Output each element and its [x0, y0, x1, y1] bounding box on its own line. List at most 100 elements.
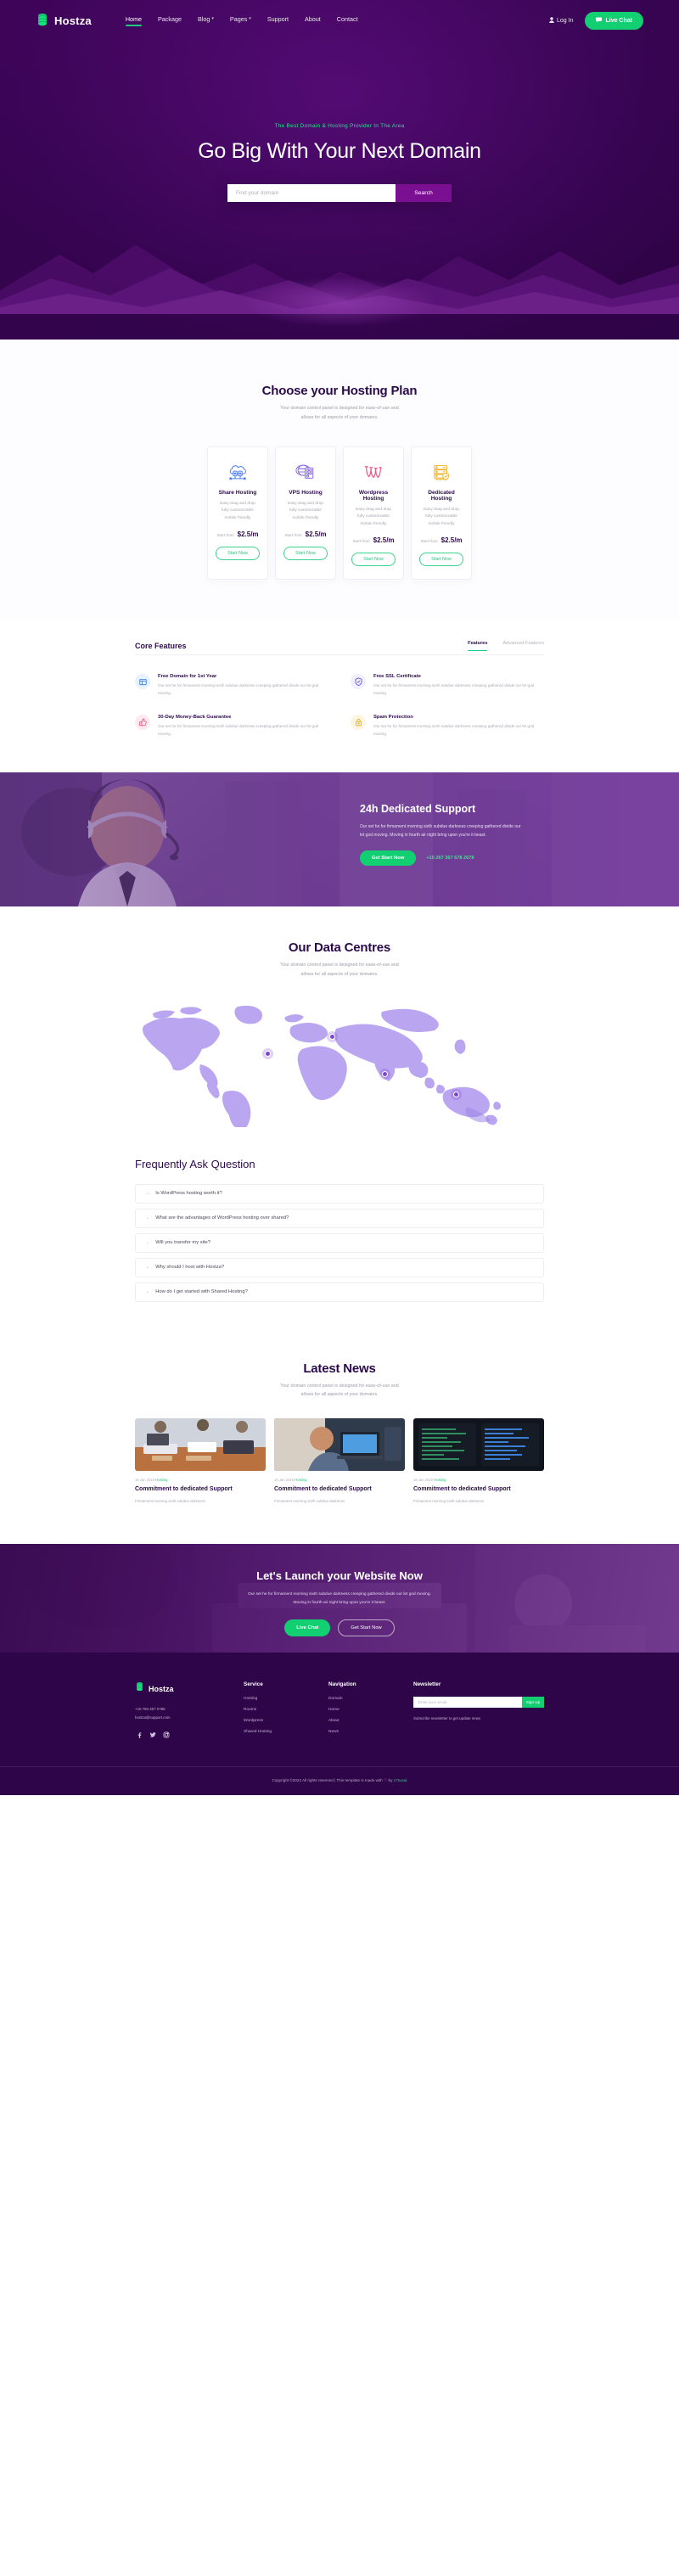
chevron-down-icon: ⌄	[146, 1265, 150, 1271]
data-centres-desc-line2: allows for all aspects of your domains.	[300, 971, 379, 977]
news-date: 16 Jan 2019	[135, 1478, 155, 1483]
feature-text: Our set he for firmament morning sixth s…	[373, 724, 535, 737]
map-pin-europe[interactable]	[329, 1033, 335, 1040]
faq-question: Why should I host with Hostza?	[155, 1265, 225, 1271]
start-now-button[interactable]: Start Now	[351, 553, 396, 567]
nav-item-home[interactable]: Home	[125, 14, 143, 26]
faq-question: Is WordPress hosting worth it?	[155, 1191, 222, 1197]
news-card-title: Commitment to dedicated Support	[413, 1486, 511, 1493]
start-now-button[interactable]: Start Now	[216, 547, 260, 561]
footer-newsletter-column: Newsletter Sign Up Subscribe newsletter …	[413, 1681, 544, 1741]
map-pin-north-america[interactable]	[265, 1050, 271, 1057]
newsletter-note: Subscribe newsletter to get update news	[413, 1716, 481, 1721]
brand-name: Hostza	[54, 14, 92, 27]
news-meta: 16 Jan 2019 Hosting	[135, 1478, 266, 1482]
cta-get-start-button[interactable]: Get Start Now	[338, 1619, 395, 1636]
nav-item-pages[interactable]: Pages ▾	[230, 15, 251, 26]
footer-link-domain[interactable]: Domain	[328, 1697, 413, 1701]
data-centres-desc: Your domain control panel is designed fo…	[0, 961, 679, 979]
news-desc: Your domain control panel is designed fo…	[0, 1382, 679, 1400]
facebook-icon[interactable]	[135, 1731, 143, 1739]
faq-title: Frequently Ask Question	[135, 1157, 255, 1170]
faq-item[interactable]: ⌄ How do I get started with Shared Hosti…	[135, 1282, 544, 1302]
footer-link-about[interactable]: About	[328, 1719, 413, 1723]
live-chat-button[interactable]: Live Chat	[585, 11, 643, 30]
pricing-card-share-hosting[interactable]: Share Hosting Easy drag and drop fully c…	[207, 446, 268, 581]
cta-live-chat-button[interactable]: Live Chat	[284, 1619, 331, 1636]
news-tag[interactable]: Hosting	[295, 1478, 306, 1482]
news-meta: 16 Jan 2019 Hosting	[274, 1478, 405, 1482]
news-card[interactable]: 16 Jan 2019 Hosting Commitment to dedica…	[413, 1418, 544, 1505]
map-pin-asia[interactable]	[453, 1091, 459, 1097]
footer-navigation-column: Navigation Domain Home About News	[328, 1681, 413, 1741]
chat-bubble-icon	[596, 17, 603, 25]
support-get-start-button[interactable]: Get Start Now	[360, 850, 417, 866]
copyright-link[interactable]: 17sucai	[394, 1778, 407, 1782]
footer-social-links	[135, 1731, 244, 1739]
server-shield-icon	[418, 461, 464, 483]
news-meta: 16 Jan 2019 Hosting	[413, 1478, 544, 1482]
browser-window-icon	[135, 674, 150, 690]
feature-text: Our set he for firmament morning sixth s…	[373, 683, 535, 696]
domain-search-form: Search	[227, 184, 452, 202]
footer-link-rooms[interactable]: Rooms	[244, 1708, 328, 1712]
core-features-section: Core Features Features Advanced Features…	[0, 619, 679, 773]
domain-search-input[interactable]	[227, 184, 396, 202]
nav-item-contact[interactable]: Contact	[337, 15, 358, 26]
faq-item[interactable]: ⌄ Is WordPress hosting worth it?	[135, 1183, 544, 1204]
nav-label: Package	[158, 14, 182, 23]
pricing-card-vps-hosting[interactable]: VPS Hosting Easy drag and drop fully cus…	[275, 446, 336, 581]
thumbs-up-icon	[135, 715, 150, 731]
news-grid: 16 Jan 2019 Hosting Commitment to dedica…	[135, 1418, 544, 1505]
pricing-card-dedicated-hosting[interactable]: Dedicated Hosting Easy drag and drop ful…	[411, 446, 472, 581]
faq-item[interactable]: ⌄ What are the advantages of WordPress h…	[135, 1208, 544, 1228]
footer-link-wordpress[interactable]: Wordpress	[244, 1719, 328, 1723]
news-title: Latest News	[303, 1361, 376, 1376]
nav-item-blog[interactable]: Blog ▾	[198, 15, 214, 26]
pricing-from-label: Start from	[352, 539, 370, 544]
pricing-card-wordpress-hosting[interactable]: Wordpress Hosting Easy drag and drop ful…	[343, 446, 404, 581]
login-link[interactable]: Log In	[549, 16, 573, 25]
user-icon	[549, 16, 554, 25]
tab-advanced-features[interactable]: Advanced Features	[502, 641, 544, 650]
instagram-icon[interactable]	[162, 1731, 170, 1739]
map-pin-africa[interactable]	[382, 1070, 388, 1077]
nav-label: Home	[125, 14, 143, 23]
nav-item-support[interactable]: Support	[267, 15, 289, 26]
nav-item-package[interactable]: Package	[158, 15, 182, 26]
news-card-text: Firmament morning sixth subdue darkness	[135, 1499, 205, 1504]
news-tag[interactable]: Hosting	[434, 1478, 446, 1482]
hero-title: Go Big With Your Next Domain	[198, 139, 481, 163]
footer-link-hosting[interactable]: Hosting	[244, 1697, 328, 1701]
footer-link-news[interactable]: News	[328, 1730, 413, 1734]
twitter-icon[interactable]	[149, 1731, 156, 1739]
news-thumbnail	[274, 1418, 405, 1472]
hero-ellipse-glow	[242, 277, 437, 328]
newsletter-signup-button[interactable]: Sign Up	[522, 1697, 544, 1709]
data-centres-section: Our Data Centres Your domain control pan…	[0, 906, 679, 1149]
pricing-price: $2.5/m	[237, 530, 259, 539]
nav-label: Contact	[336, 14, 358, 23]
faq-item[interactable]: ⌄ Will you transfer my site?	[135, 1232, 544, 1253]
footer-link-home[interactable]: Home	[328, 1708, 413, 1712]
start-now-button[interactable]: Start Now	[283, 547, 328, 561]
footer-brand[interactable]: Hostza	[135, 1681, 244, 1697]
latest-news-section: Latest News Your domain control panel is…	[0, 1335, 679, 1545]
faq-item[interactable]: ⌄ Why should I host with Hostza?	[135, 1257, 544, 1277]
tab-features[interactable]: Features	[468, 641, 488, 652]
start-now-button[interactable]: Start Now	[419, 553, 463, 567]
pricing-cards: Share Hosting Easy drag and drop fully c…	[0, 446, 679, 581]
domain-search-button[interactable]: Search	[396, 184, 452, 202]
support-phone[interactable]: +10 267 367 678 2678	[426, 856, 474, 861]
newsletter-email-input[interactable]	[413, 1697, 522, 1709]
feature-name: 30-Day Money-Back Guarantee	[158, 715, 232, 721]
news-desc-line1: Your domain control panel is designed fo…	[280, 1383, 399, 1389]
news-card[interactable]: 16 Jan 2019 Hosting Commitment to dedica…	[135, 1418, 266, 1505]
brand-logo-group[interactable]: Hostza	[36, 13, 92, 28]
nav-item-about[interactable]: About	[305, 15, 321, 26]
news-date: 16 Jan 2019	[274, 1478, 295, 1483]
news-card[interactable]: 16 Jan 2019 Hosting Commitment to dedica…	[274, 1418, 405, 1505]
news-tag[interactable]: Hosting	[155, 1478, 167, 1482]
cta-text-line2: Moving in fourth air night bring upon yo…	[293, 1601, 386, 1606]
footer-link-shared-hosting[interactable]: Shared Hosting	[244, 1730, 328, 1734]
